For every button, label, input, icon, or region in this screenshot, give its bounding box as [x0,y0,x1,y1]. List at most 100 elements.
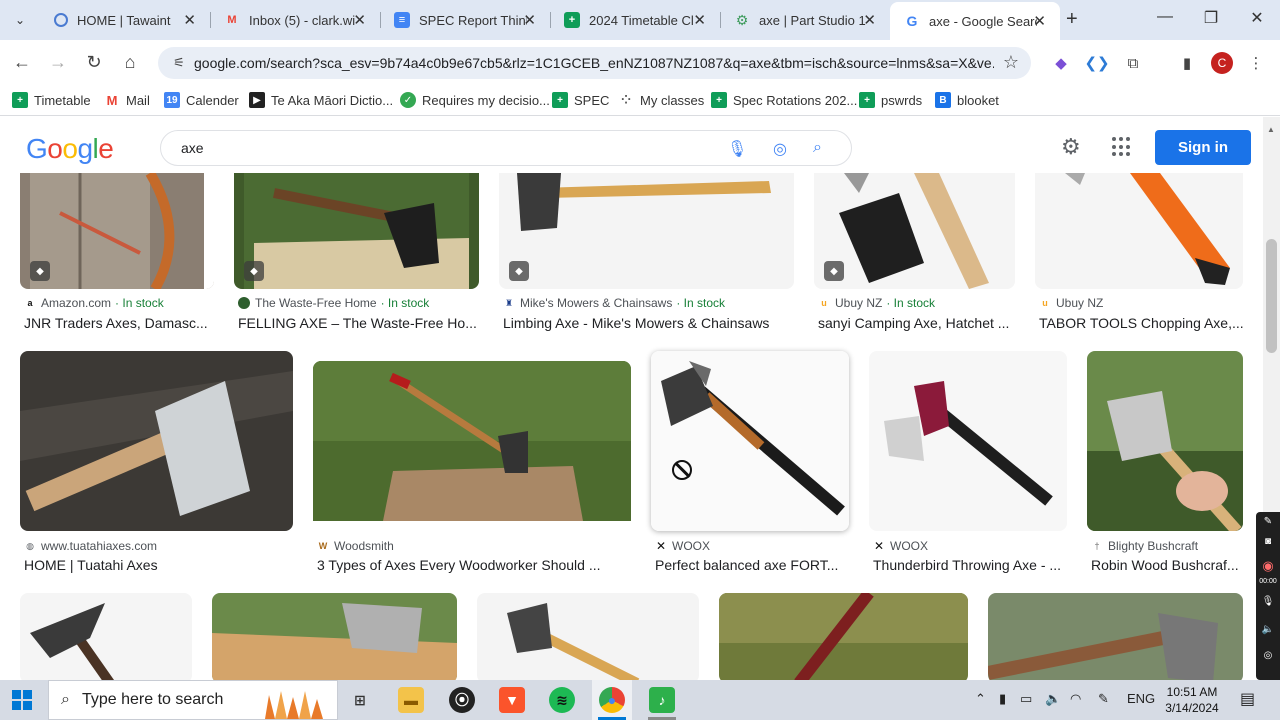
chrome-icon[interactable]: ● [599,687,625,713]
wifi-icon[interactable]: ◠ [1070,691,1081,707]
bookmark-pswrds[interactable]: + pswrds [859,92,922,108]
result-thumbnail[interactable] [988,593,1243,680]
close-icon[interactable]: ✕ [1033,12,1046,30]
bookmark-requires-decision[interactable]: ✓ Requires my decisio... [400,92,550,108]
minimize-button[interactable]: — [1142,8,1188,26]
close-icon[interactable]: ✕ [863,11,876,29]
tab-google-search[interactable]: G axe - Google Searc ✕ [890,2,1060,40]
scrollbar-thumb[interactable] [1266,239,1277,353]
result-title[interactable]: HOME | Tuatahi Axes [24,557,297,573]
vscode-icon[interactable]: ❮❯ [1084,52,1109,74]
microphone-icon[interactable]: 🎙 [1260,596,1276,607]
bookmark-te-aka[interactable]: ▶ Te Aka Māori Dictio... [249,92,393,108]
result-thumbnail[interactable] [1035,173,1243,289]
close-icon[interactable]: ✕ [353,11,366,29]
result-thumbnail[interactable] [869,351,1067,531]
search-icon[interactable]: ⌕ [813,139,822,157]
result-thumbnail[interactable] [313,361,631,531]
back-button[interactable]: ← [10,52,34,73]
bookmark-calender[interactable]: 19 Calender [164,92,239,108]
taskbar-search-input[interactable]: Type here to search [82,691,223,709]
result-thumbnail[interactable] [814,173,1015,289]
profile-avatar[interactable]: C [1211,52,1233,74]
result-title[interactable]: Perfect balanced axe FORT... [655,557,853,573]
bookmark-spec[interactable]: + SPEC [552,92,609,108]
bookmark-my-classes[interactable]: ⁘ My classes [618,92,704,108]
tab-search-button[interactable]: ⌄ [6,7,34,33]
address-bar[interactable]: ⚟ google.com/search?sca_esv=9b74a4c0b9e6… [158,47,1031,79]
camera-icon[interactable]: ◙ [1260,536,1276,547]
scroll-up-icon[interactable]: ▲ [1267,125,1275,134]
menu-icon[interactable]: ⋮ [1245,52,1267,74]
restore-button[interactable]: ❐ [1188,8,1234,28]
microphone-icon[interactable]: 🎙 [727,139,747,159]
new-tab-button[interactable]: + [1066,8,1078,31]
result-thumbnail[interactable] [651,351,849,531]
webcam-icon[interactable]: ◎ [1260,650,1276,661]
bookmark-mail[interactable]: M Mail [104,92,150,108]
result-title[interactable]: FELLING AXE – The Waste-Free Ho... [238,315,483,331]
battery-icon[interactable]: ▭ [1020,691,1032,707]
file-explorer-icon[interactable]: ▬ [398,687,424,713]
puzzle-icon[interactable]: ⧉ [1122,52,1144,74]
result-thumbnail[interactable] [719,593,968,680]
task-view-icon[interactable]: ⊞ [347,687,373,713]
result-thumbnail[interactable] [234,173,479,289]
teams-icon[interactable]: ⦿ [449,687,475,713]
result-thumbnail[interactable] [1087,351,1243,531]
google-logo[interactable]: Google [26,133,114,165]
bookmark-blooket[interactable]: Bblooket [935,92,999,108]
close-icon[interactable]: ✕ [523,11,536,29]
pen-icon[interactable]: ✎ [1098,691,1109,707]
result-thumbnail[interactable] [20,351,293,531]
language-indicator[interactable]: ENG [1127,691,1155,706]
sign-in-button[interactable]: Sign in [1155,130,1251,165]
result-title[interactable]: TABOR TOOLS Chopping Axe,... [1039,315,1247,331]
result-thumbnail[interactable] [20,593,192,680]
volume-icon[interactable]: 🔈 [1045,691,1061,707]
home-button[interactable]: ⌂ [118,52,142,73]
result-title[interactable]: 3 Types of Axes Every Woodworker Should … [317,557,635,573]
site-info-icon[interactable]: ⚟ [164,55,194,71]
result-thumbnail[interactable] [477,593,699,680]
tab-home-tawaint[interactable]: HOME | Tawaint ✕ [40,5,210,35]
record-icon[interactable]: ◉ [1260,558,1276,574]
windows-start-icon[interactable] [12,690,32,710]
tab-spec-report[interactable]: ≡ SPEC Report Think ✕ [380,5,550,35]
search-input[interactable]: axe [181,140,204,156]
close-window-button[interactable]: ✕ [1234,8,1280,28]
app-icon[interactable]: ♪ [649,687,675,713]
usb-icon[interactable]: ▮ [999,691,1006,707]
notification-icon[interactable]: ▤ [1240,689,1255,709]
close-icon[interactable]: ✕ [183,11,196,29]
close-icon[interactable]: ✕ [693,11,706,29]
taskbar-search[interactable]: ⌕ Type here to search [48,680,338,720]
bookmark-timetable[interactable]: + Timetable [12,92,91,108]
brave-icon[interactable]: ▼ [499,687,525,713]
settings-gear-icon[interactable]: ⚙ [1061,134,1081,160]
result-thumbnail[interactable] [212,593,457,680]
result-title[interactable]: JNR Traders Axes, Damasc... [24,315,216,331]
result-thumbnail[interactable] [499,173,794,289]
spotify-icon[interactable]: ≋ [549,687,575,713]
tab-part-studio[interactable]: ⚙ axe | Part Studio 1 ✕ [720,5,890,35]
result-title[interactable]: Robin Wood Bushcraf... [1091,557,1247,573]
taskbar-clock[interactable]: 10:51 AM 3/14/2024 [1160,684,1224,716]
forward-button[interactable]: → [46,52,70,73]
bookmark-star-icon[interactable]: ☆ [1003,52,1019,73]
sidepanel-icon[interactable]: ▮ [1176,52,1198,74]
speaker-icon[interactable]: 🔈 [1260,624,1276,635]
reload-button[interactable]: ↻ [82,52,106,73]
tab-timetable[interactable]: + 2024 Timetable Cl ✕ [550,5,720,35]
result-title[interactable]: Limbing Axe - Mike's Mowers & Chainsaws [503,315,798,331]
lens-icon[interactable]: ◎ [773,139,787,159]
google-apps-icon[interactable] [1112,137,1132,157]
search-box[interactable]: axe 🎙 ◎ ⌕ [160,130,852,166]
chevron-up-icon[interactable]: ⌃ [975,691,986,707]
pen-icon[interactable]: ✎ [1260,516,1276,527]
result-title[interactable]: sanyi Camping Axe, Hatchet ... [818,315,1019,331]
bookmark-spec-rotations[interactable]: + Spec Rotations 202... [711,92,857,108]
tab-inbox[interactable]: M Inbox (5) - clark.wi ✕ [210,5,380,35]
result-title[interactable]: Thunderbird Throwing Axe - ... [873,557,1071,573]
extension-icon[interactable]: ◆ [1050,52,1072,74]
